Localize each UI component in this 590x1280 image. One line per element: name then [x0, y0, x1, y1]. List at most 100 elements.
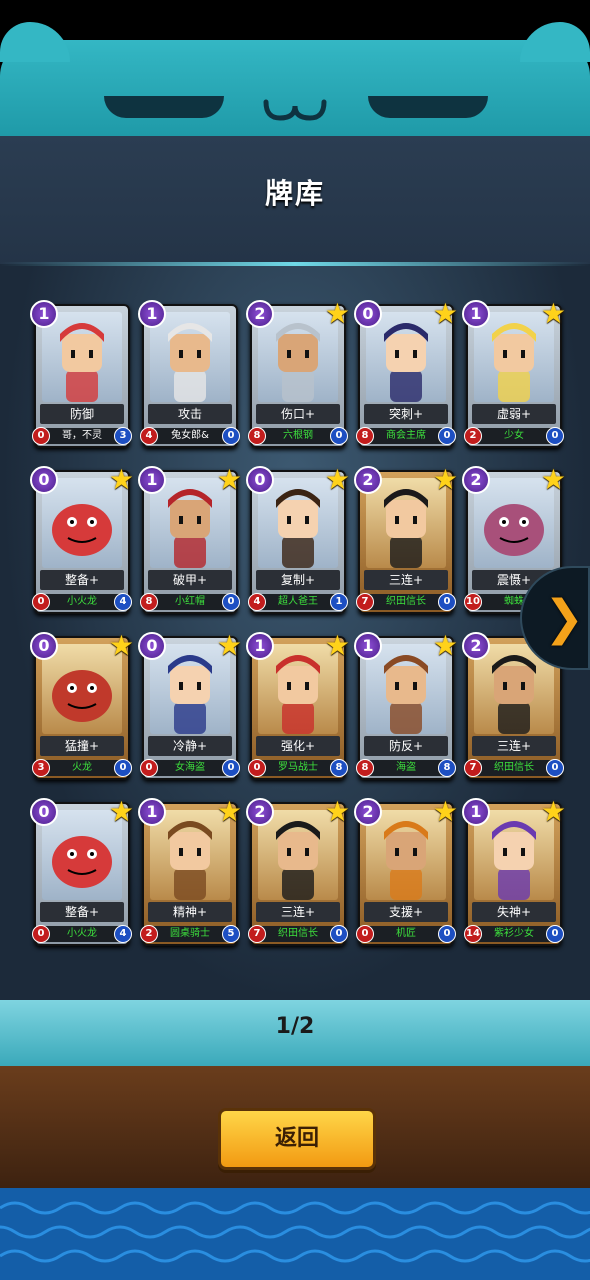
deck-card[interactable]: 0 ★ 冷静+ 女海盗 0 0 — [138, 632, 242, 780]
card-level-badge: 7 — [356, 593, 374, 611]
card-value-badge: 8 — [438, 759, 456, 777]
card-hero-name: 火龙 — [40, 760, 124, 776]
card-value-badge: 0 — [330, 427, 348, 445]
card-cost-badge: 2 — [246, 300, 274, 328]
card-value-badge: 0 — [546, 759, 564, 777]
card-value-badge: 0 — [330, 925, 348, 943]
card-level-badge: 8 — [356, 759, 374, 777]
card-hero-name: 女海盗 — [148, 760, 232, 776]
chevron-right-icon: ❯ — [544, 590, 585, 646]
deck-card[interactable]: 1 ★ 强化+ 罗马战士 0 8 — [246, 632, 350, 780]
card-cost-badge: 2 — [462, 632, 490, 660]
deck-card[interactable]: 2 ★ 三连+ 织田信长7 0 — [354, 466, 458, 614]
water-decoration — [0, 1188, 590, 1280]
card-name: 精神+ — [148, 902, 232, 922]
card-value-badge: 0 — [546, 427, 564, 445]
card-cost-badge: 0 — [30, 632, 58, 660]
star-icon: ★ — [108, 795, 134, 828]
card-hero-name: 小火龙 — [40, 594, 124, 610]
back-button-label: 返回 — [274, 1126, 319, 1151]
card-level-badge: 0 — [32, 427, 50, 445]
title-divider — [0, 262, 590, 266]
deck-card[interactable]: 1 ★ 破甲+ 小红帽 8 0 — [138, 466, 242, 614]
card-hero-name: 圆桌骑士 — [148, 926, 232, 942]
card-value-badge: 1 — [330, 593, 348, 611]
card-level-badge: 0 — [140, 759, 158, 777]
card-level-badge: 0 — [356, 925, 374, 943]
star-icon: ★ — [540, 297, 566, 330]
card-name: 强化+ — [256, 736, 340, 756]
deck-card[interactable]: 1 ★ 失神+ 紫衫少女 14 0 — [462, 798, 566, 946]
deck-card[interactable]: 1 ★ 防反+ 海盗 8 8 — [354, 632, 458, 780]
card-hero-name: 织田信长 — [256, 926, 340, 942]
star-icon: ★ — [432, 629, 458, 662]
back-button[interactable]: 返回 — [218, 1108, 376, 1170]
card-name: 三连+ — [472, 736, 556, 756]
star-icon: ★ — [324, 629, 350, 662]
card-level-badge: 14 — [464, 925, 482, 943]
card-cost-badge: 2 — [354, 798, 382, 826]
deck-card[interactable]: 2 ★ 支援+ 机匠 0 0 — [354, 798, 458, 946]
star-icon: ★ — [432, 297, 458, 330]
page-indicator: 1/2 — [275, 1014, 315, 1039]
card-hero-name: 织田信长 — [472, 760, 556, 776]
card-value-badge: 0 — [222, 427, 240, 445]
card-cost-badge: 0 — [138, 632, 166, 660]
card-value-badge: 4 — [114, 593, 132, 611]
card-hero-name: 紫衫少女 — [472, 926, 556, 942]
bunny-girl-portrait — [150, 312, 230, 402]
card-cost-badge: 1 — [30, 300, 58, 328]
card-hero-name: 织田信长 — [364, 594, 448, 610]
card-name: 冷静+ — [148, 736, 232, 756]
star-icon: ★ — [324, 463, 350, 496]
star-icon: ★ — [540, 795, 566, 828]
card-cost-badge: 0 — [354, 300, 382, 328]
deck-card[interactable]: 1 防御 哥，不灵 0 3 — [30, 300, 132, 448]
deck-card[interactable]: 1 ★ 虚弱+ 少女 2 0 — [462, 300, 566, 448]
card-cost-badge: 0 — [246, 466, 274, 494]
card-cost-badge: 2 — [246, 798, 274, 826]
star-icon: ★ — [432, 795, 458, 828]
deck-card[interactable]: 0 ★ 突刺+ 商会主席 8 0 — [354, 300, 458, 448]
deck-card[interactable]: 0 ★ 猛撞+ 火龙 3 0 — [30, 632, 134, 780]
deck-card[interactable]: 0 ★ 整备+ 小火龙 0 4 — [30, 798, 134, 946]
star-icon: ★ — [108, 463, 134, 496]
card-name: 支援+ — [364, 902, 448, 922]
deck-card[interactable]: 0 ★ 复制+ 超人爸王 4 1 — [246, 466, 350, 614]
card-cost-badge: 1 — [138, 300, 166, 328]
star-icon: ★ — [324, 795, 350, 828]
deck-card[interactable]: 0 ★ 整备+ 小火龙 0 4 — [30, 466, 134, 614]
card-cost-badge: 1 — [462, 798, 490, 826]
card-value-badge: 0 — [438, 925, 456, 943]
card-value-badge: 0 — [546, 925, 564, 943]
card-value-badge: 0 — [438, 427, 456, 445]
deck-card[interactable]: 1 攻击 兔女郎& 4 0 — [138, 300, 240, 448]
card-hero-name: 小火龙 — [40, 926, 124, 942]
card-value-badge: 0 — [114, 759, 132, 777]
card-cost-badge: 1 — [138, 798, 166, 826]
left-eye — [104, 96, 224, 118]
card-cost-badge: 0 — [30, 798, 58, 826]
card-name: 防反+ — [364, 736, 448, 756]
card-level-badge: 3 — [32, 759, 50, 777]
card-cost-badge: 1 — [246, 632, 274, 660]
card-cost-badge: 0 — [30, 466, 58, 494]
card-hero-name: 超人爸王 — [256, 594, 340, 610]
card-value-badge: 0 — [222, 759, 240, 777]
deck-card[interactable]: 1 ★ 精神+ 圆桌骑士 2 5 — [138, 798, 242, 946]
card-name: 虚弱+ — [472, 404, 556, 424]
cat-mouth — [263, 99, 327, 121]
card-name: 防御 — [40, 404, 124, 424]
deck-card[interactable]: 2 ★ 伤口+ 六根钢 8 0 — [246, 300, 350, 448]
card-value-badge: 0 — [438, 593, 456, 611]
card-hero-name: 罗马战士 — [256, 760, 340, 776]
goblin-portrait — [42, 312, 122, 402]
card-level-badge: 0 — [32, 593, 50, 611]
page-title: 牌库 — [264, 177, 325, 210]
card-level-badge: 8 — [356, 427, 374, 445]
card-hero-name: 海盗 — [364, 760, 448, 776]
right-eye — [368, 96, 488, 118]
card-name: 突刺+ — [364, 404, 448, 424]
card-name: 整备+ — [40, 902, 124, 922]
deck-card[interactable]: 2 ★ 三连+ 织田信长7 0 — [246, 798, 350, 946]
